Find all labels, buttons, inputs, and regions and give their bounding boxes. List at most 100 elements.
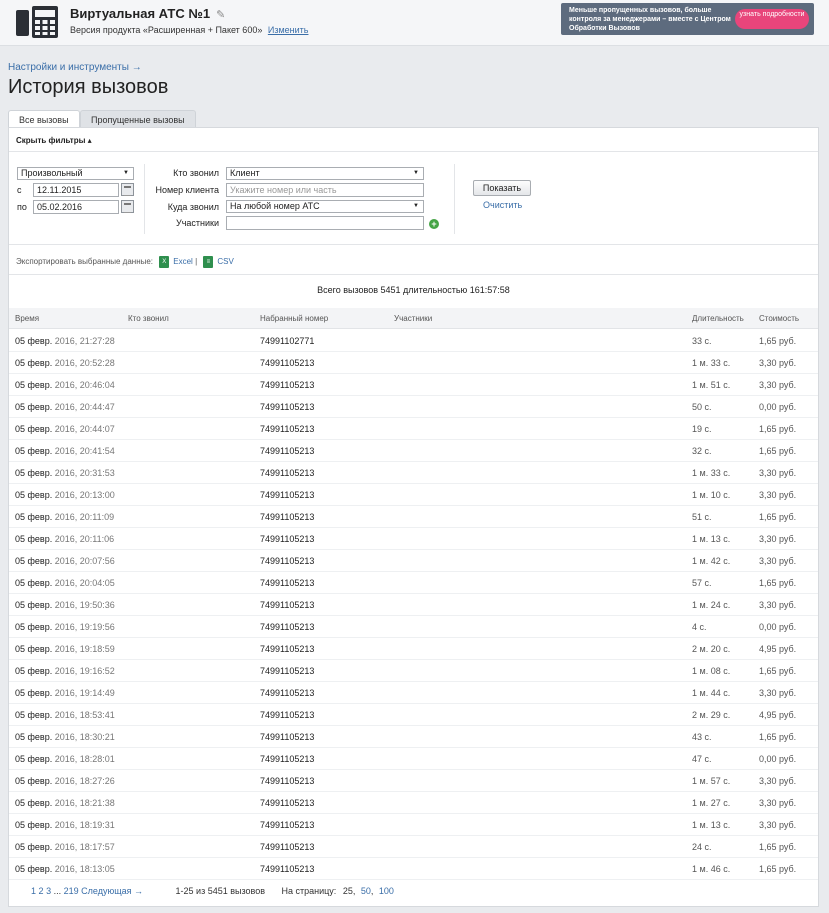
call-cost: 1,65 руб.: [759, 424, 797, 434]
table-row[interactable]: 05 февр. 2016, 19:50:36 74991105213 1 м. 2…: [9, 594, 818, 616]
date-to-input[interactable]: 05.02.2016: [33, 200, 119, 214]
dialed-number: 74991105213: [260, 776, 315, 786]
tab-all-calls[interactable]: Все вызовы: [8, 110, 80, 128]
call-duration: 57 с.: [692, 578, 712, 588]
table-row[interactable]: 05 февр. 2016, 20:52:28 74991105213 1 м. 3…: [9, 352, 818, 374]
call-day: 05 февр.: [15, 666, 53, 676]
table-row[interactable]: 05 февр. 2016, 20:31:53 74991105213 1 м. 3…: [9, 462, 818, 484]
table-row[interactable]: 05 февр. 2016, 18:13:05 74991105213 1 м. 4…: [9, 858, 818, 880]
pencil-icon[interactable]: ✎: [216, 8, 225, 21]
per-page-option[interactable]: 25: [343, 886, 353, 896]
table-row[interactable]: 05 февр. 2016, 18:17:57 74991105213 24 с. 1…: [9, 836, 818, 858]
table-row[interactable]: 05 февр. 2016, 20:13:00 74991105213 1 м. 1…: [9, 484, 818, 506]
client-number-input[interactable]: Укажите номер или часть: [226, 183, 424, 197]
col-dialed-number[interactable]: Набранный номер: [260, 314, 328, 323]
period-select[interactable]: Произвольный ▼: [17, 167, 134, 180]
table-row[interactable]: 05 февр. 2016, 18:21:38 74991105213 1 м. 2…: [9, 792, 818, 814]
call-seconds: 47: [104, 402, 115, 412]
table-row[interactable]: 05 февр. 2016, 18:28:01 74991105213 47 с. 0…: [9, 748, 818, 770]
table-row[interactable]: 05 февр. 2016, 19:19:56 74991105213 4 с. 0,…: [9, 616, 818, 638]
call-year-time: 2016, 20:13:: [54, 490, 105, 500]
export-separator: |: [195, 257, 198, 267]
table-row[interactable]: 05 февр. 2016, 20:46:04 74991105213 1 м. 5…: [9, 374, 818, 396]
participants-input[interactable]: [226, 216, 424, 230]
call-cost: 1,65 руб.: [759, 864, 797, 874]
table-row[interactable]: 05 февр. 2016, 20:11:06 74991105213 1 м. 1…: [9, 528, 818, 550]
table-row[interactable]: 05 февр. 2016, 21:27:28 74991102771 33 с. 1…: [9, 330, 818, 352]
add-participant-icon[interactable]: +: [429, 219, 439, 229]
calendar-icon[interactable]: [121, 200, 134, 213]
col-caller[interactable]: Кто звонил: [128, 314, 169, 323]
page-link[interactable]: 3: [46, 886, 51, 896]
product-version-text: Версия продукта «Расширенная + Пакет 600…: [70, 25, 263, 35]
call-day: 05 февр.: [15, 710, 53, 720]
call-day: 05 февр.: [15, 556, 53, 566]
table-row[interactable]: 05 февр. 2016, 20:44:07 74991105213 19 с. 1…: [9, 418, 818, 440]
export-excel-link[interactable]: Excel: [173, 257, 193, 266]
hide-filters-toggle[interactable]: Скрыть фильтры ▴: [16, 136, 92, 145]
call-year-time: 2016, 19:50:: [54, 600, 105, 610]
table-row[interactable]: 05 февр. 2016, 19:18:59 74991105213 2 м. 2…: [9, 638, 818, 660]
table-row[interactable]: 05 февр. 2016, 19:14:49 74991105213 1 м. 4…: [9, 682, 818, 704]
table-row[interactable]: 05 февр. 2016, 20:44:47 74991105213 50 с. 0…: [9, 396, 818, 418]
table-row[interactable]: 05 февр. 2016, 19:16:52 74991105213 1 м. 0…: [9, 660, 818, 682]
call-year-time: 2016, 19:16:: [54, 666, 105, 676]
call-cost: 3,30 руб.: [759, 490, 797, 500]
next-page-link[interactable]: Следующая →: [81, 886, 143, 896]
call-year-time: 2016, 18:27:: [54, 776, 105, 786]
page-link[interactable]: 1: [31, 886, 36, 896]
call-day: 05 февр.: [15, 776, 53, 786]
called-select[interactable]: На любой номер АТС ▼: [226, 200, 424, 213]
call-day: 05 февр.: [15, 446, 53, 456]
table-row[interactable]: 05 февр. 2016, 20:11:09 74991105213 51 с. 1…: [9, 506, 818, 528]
call-time: 05 февр. 2016, 21:27:28: [15, 336, 115, 346]
call-seconds: 36: [104, 600, 115, 610]
call-time: 05 февр. 2016, 20:04:05: [15, 578, 115, 588]
table-row[interactable]: 05 февр. 2016, 20:41:54 74991105213 32 с. 1…: [9, 440, 818, 462]
breadcrumb[interactable]: Настройки и инструменты →: [8, 62, 142, 73]
export-csv-link[interactable]: CSV: [217, 257, 233, 266]
col-cost[interactable]: Стоимость: [759, 314, 799, 323]
table-row[interactable]: 05 февр. 2016, 18:30:21 74991105213 43 с. 1…: [9, 726, 818, 748]
promo-details-button[interactable]: узнать подробности: [735, 9, 809, 29]
calendar-icon[interactable]: [121, 183, 134, 196]
called-select-value: На любой номер АТС: [230, 201, 320, 211]
clear-filters-link[interactable]: Очистить: [483, 200, 522, 210]
col-duration[interactable]: Длительность: [692, 314, 744, 323]
call-year-time: 2016, 18:28:: [54, 754, 105, 764]
calls-table-body: 05 февр. 2016, 21:27:28 74991102771 33 с. 1…: [9, 330, 818, 880]
call-day: 05 февр.: [15, 600, 53, 610]
promo-banner[interactable]: Меньше пропущенных вызовов, больше контр…: [561, 3, 814, 35]
dialed-number: 74991105213: [260, 380, 315, 390]
per-page-option[interactable]: 100: [379, 886, 394, 896]
call-seconds: 00: [104, 490, 115, 500]
call-cost: 3,30 руб.: [759, 776, 797, 786]
table-row[interactable]: 05 февр. 2016, 20:07:56 74991105213 1 м. 4…: [9, 550, 818, 572]
caller-select[interactable]: Клиент ▼: [226, 167, 424, 180]
table-row[interactable]: 05 февр. 2016, 18:53:41 74991105213 2 м. 2…: [9, 704, 818, 726]
call-seconds: 57: [104, 842, 115, 852]
page-link[interactable]: 2: [39, 886, 44, 896]
call-duration: 1 м. 08 с.: [692, 666, 731, 676]
call-time: 05 февр. 2016, 18:27:26: [15, 776, 115, 786]
calls-panel: Скрыть фильтры ▴ Произвольный ▼ с 12.11.2…: [8, 127, 819, 907]
call-seconds: 41: [104, 710, 115, 720]
col-time[interactable]: Время: [15, 314, 39, 323]
change-version-link[interactable]: Изменить: [268, 25, 309, 35]
date-from-input[interactable]: 12.11.2015: [33, 183, 119, 197]
tab-missed-calls[interactable]: Пропущенные вызовы: [80, 110, 196, 128]
table-row[interactable]: 05 февр. 2016, 20:04:05 74991105213 57 с. 1…: [9, 572, 818, 594]
call-seconds: 21: [104, 732, 115, 742]
table-row[interactable]: 05 февр. 2016, 18:27:26 74991105213 1 м. 5…: [9, 770, 818, 792]
call-year-time: 2016, 19:19:: [54, 622, 105, 632]
call-cost: 1,65 руб.: [759, 336, 797, 346]
call-year-time: 2016, 18:30:: [54, 732, 105, 742]
table-row[interactable]: 05 февр. 2016, 18:19:31 74991105213 1 м. 1…: [9, 814, 818, 836]
call-duration: 1 м. 13 с.: [692, 534, 731, 544]
col-participants[interactable]: Участники: [394, 314, 432, 323]
page-link[interactable]: 219: [64, 886, 79, 896]
call-duration: 1 м. 33 с.: [692, 468, 731, 478]
show-button[interactable]: Показать: [473, 180, 531, 196]
per-page-option[interactable]: 50: [361, 886, 371, 896]
dialed-number: 74991105213: [260, 710, 315, 720]
